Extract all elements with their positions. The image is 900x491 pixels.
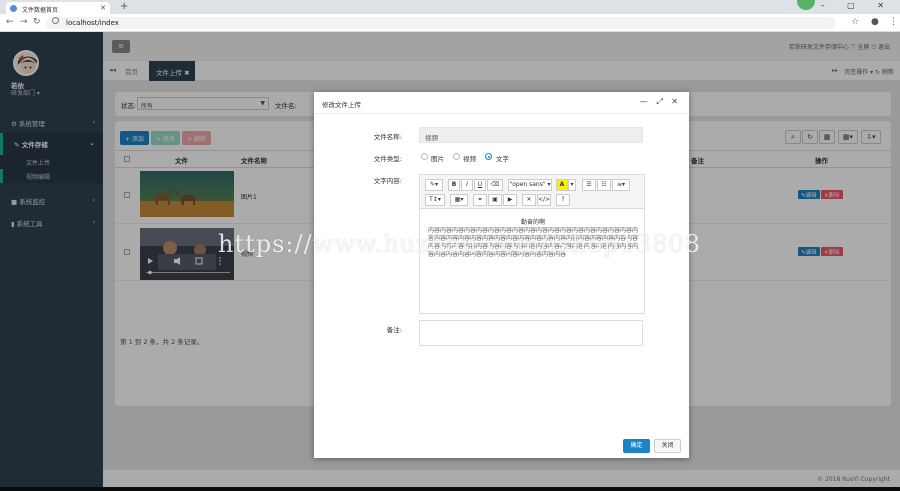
window-controls[interactable]: – ▢ ✕ xyxy=(821,1,894,10)
back-icon[interactable]: ← xyxy=(6,17,14,27)
help-icon[interactable]: ? xyxy=(556,194,570,206)
favicon-icon xyxy=(10,5,17,12)
dialog-title: 修改文件上传 xyxy=(322,101,361,109)
dialog-header: 修改文件上传 — ⤢ ✕ xyxy=(314,92,689,114)
text-content-label: 文字内容: xyxy=(373,177,402,185)
file-type-label: 文件类型: xyxy=(373,155,402,163)
browser-tab[interactable]: 文件数据首页 ✕ xyxy=(6,2,110,14)
italic-button[interactable]: I xyxy=(461,179,473,191)
ordered-list-button[interactable]: ☷ xyxy=(597,179,611,191)
star-icon[interactable]: ☆ xyxy=(851,17,859,27)
address-bar: ← → ↻ localhost/index ☆ ● ⋮ xyxy=(0,14,900,32)
editor-heading: 勤奋的啊 xyxy=(520,219,545,226)
remark-textarea[interactable] xyxy=(419,320,643,346)
underline-button[interactable]: U xyxy=(474,179,486,191)
dialog-window-controls[interactable]: — ⤢ ✕ xyxy=(640,97,681,107)
file-name-input[interactable]: 视频 xyxy=(419,127,643,143)
bold-button[interactable]: B xyxy=(448,179,460,191)
radio-text[interactable] xyxy=(485,153,492,160)
radio-image[interactable] xyxy=(421,153,428,160)
radio-text-label: 文字 xyxy=(496,155,509,163)
video-icon[interactable]: ▶ xyxy=(503,194,517,206)
radio-video[interactable] xyxy=(453,153,460,160)
table-dropdown[interactable]: ▦▾ xyxy=(450,194,468,206)
forward-icon[interactable]: → xyxy=(20,17,28,27)
code-view-icon[interactable]: </> xyxy=(537,194,551,206)
confirm-button[interactable]: 确定 xyxy=(623,439,650,453)
url-text: localhost/index xyxy=(66,19,119,27)
editor-toolbar: ✎▾ B I U ⌫ "open sans" ▾ A ▾ ☰ ☷ ≡▾ T↕▾ … xyxy=(420,175,644,209)
font-family-select[interactable]: "open sans" ▾ xyxy=(508,179,552,191)
remark-label: 备注: xyxy=(386,326,402,334)
file-name-value: 视频 xyxy=(425,134,438,142)
link-icon[interactable]: ⚭ xyxy=(473,194,487,206)
style-dropdown[interactable]: ✎▾ xyxy=(425,179,443,191)
browser-tab-title: 文件数据首页 xyxy=(22,7,59,14)
menu-kebab-icon[interactable]: ⋮ xyxy=(889,17,898,27)
font-color-dropdown[interactable]: ▾ xyxy=(568,179,576,191)
extension-icon[interactable] xyxy=(797,0,815,10)
close-icon[interactable]: ✕ xyxy=(100,4,106,12)
paragraph-dropdown[interactable]: ≡▾ xyxy=(612,179,630,191)
file-name-label: 文件名称: xyxy=(373,133,402,141)
url-input[interactable]: localhost/index xyxy=(46,17,836,29)
reload-icon[interactable]: ↻ xyxy=(33,17,41,27)
close-button[interactable]: 关闭 xyxy=(654,439,681,453)
line-height-dropdown[interactable]: T↕▾ xyxy=(425,194,445,206)
edit-file-dialog: 修改文件上传 — ⤢ ✕ 文件名称: 视频 文件类型: 图片 视频 文字 文字内… xyxy=(314,92,689,458)
unordered-list-button[interactable]: ☰ xyxy=(582,179,596,191)
radio-video-label: 视频 xyxy=(463,155,476,163)
account-icon[interactable]: ● xyxy=(871,17,879,27)
image-icon[interactable]: ▣ xyxy=(488,194,502,206)
eraser-icon[interactable]: ⌫ xyxy=(487,179,503,191)
info-icon[interactable] xyxy=(52,17,59,24)
new-tab-button[interactable]: + xyxy=(120,1,128,12)
fullscreen-icon[interactable]: ✕ xyxy=(522,194,536,206)
watermark-text: https://www.huzhan.com/ishop13808 xyxy=(218,230,701,258)
browser-tabbar: 文件数据首页 ✕ + – ▢ ✕ xyxy=(0,0,900,14)
font-color-button[interactable]: A xyxy=(556,179,568,191)
radio-image-label: 图片 xyxy=(431,155,444,163)
